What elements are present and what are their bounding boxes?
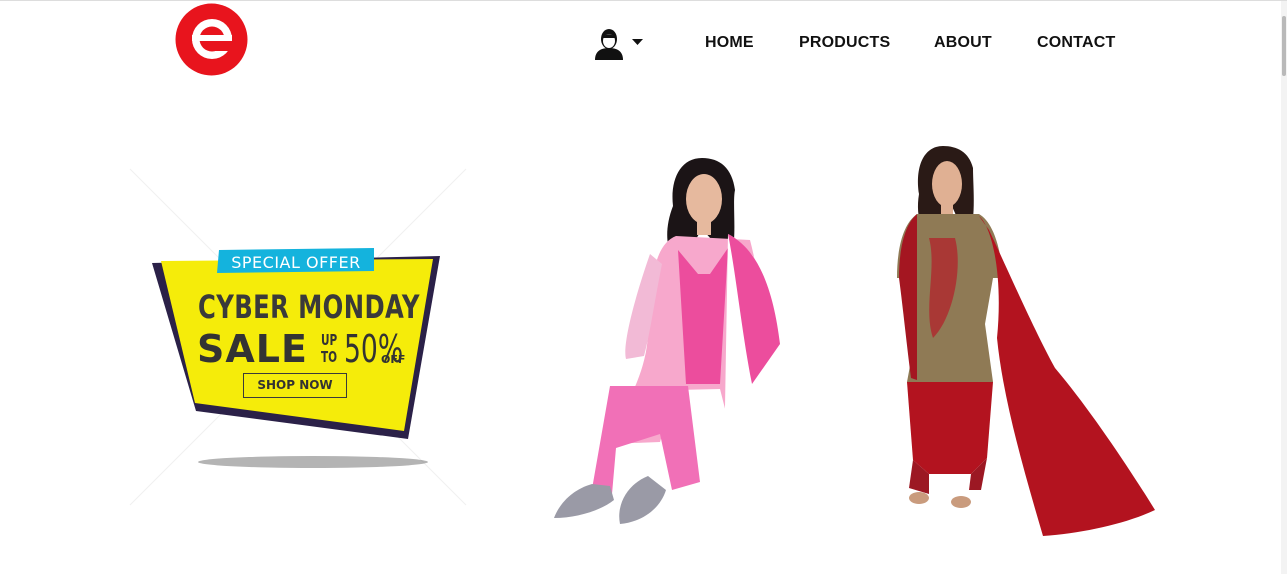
- nav-home[interactable]: HOME: [705, 34, 754, 52]
- user-menu[interactable]: [592, 27, 646, 63]
- to-text: TO: [321, 348, 338, 366]
- logo-icon[interactable]: [175, 3, 248, 76]
- model-red-patiala-suit[interactable]: [893, 138, 1158, 538]
- up-text: UP: [321, 331, 338, 349]
- special-offer-tag: SPECIAL OFFER: [231, 253, 361, 272]
- caret-down-icon: [632, 39, 643, 45]
- nav-about[interactable]: ABOUT: [934, 34, 992, 52]
- off-text: OFF: [381, 353, 406, 366]
- nav-products[interactable]: PRODUCTS: [799, 34, 890, 52]
- scrollbar[interactable]: [1281, 1, 1287, 574]
- sale-text: SALE: [197, 327, 308, 371]
- scroll-thumb[interactable]: [1282, 16, 1286, 76]
- up-to-text: UP TO: [321, 332, 337, 366]
- model-pink-salwar-suit[interactable]: [552, 154, 837, 534]
- user-icon: [595, 29, 623, 60]
- nav-contact[interactable]: CONTACT: [1037, 34, 1115, 52]
- cyber-monday-headline: CYBER MONDAY: [198, 288, 420, 326]
- sale-banner[interactable]: SPECIAL OFFER CYBER MONDAY SALE UP TO 50…: [128, 167, 468, 507]
- shop-now-button[interactable]: SHOP NOW: [243, 373, 347, 398]
